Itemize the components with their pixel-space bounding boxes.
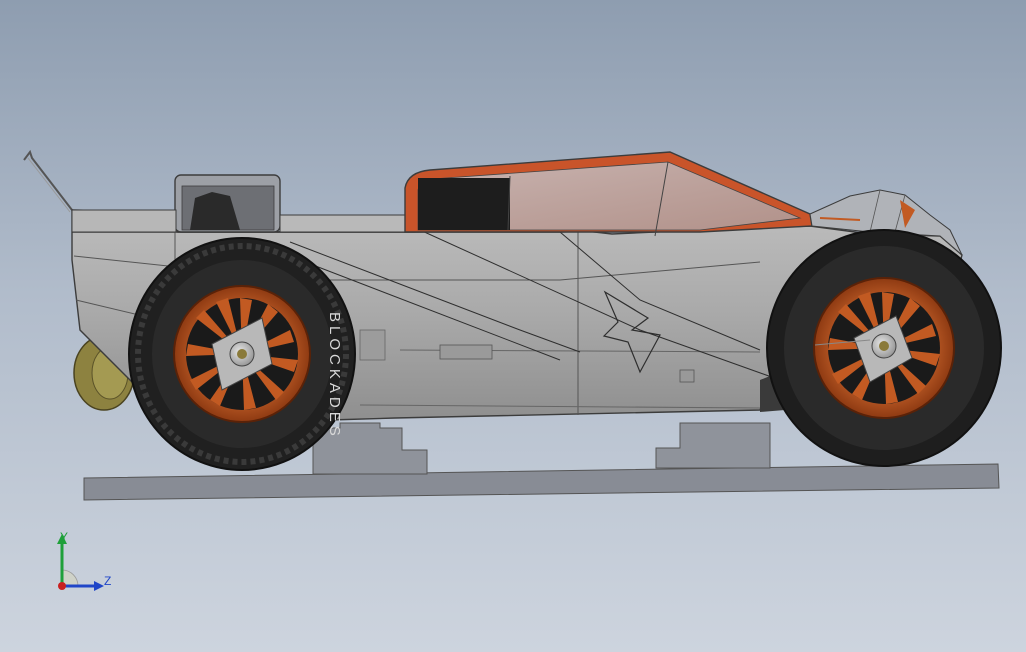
model-scene[interactable]: BLOCKADES [0, 0, 1026, 652]
x-axis-dot [58, 582, 66, 590]
front-stand [655, 422, 771, 469]
graphics-viewport[interactable]: BLOCKADES Y Z [0, 0, 1026, 652]
front-wheel [766, 229, 1002, 467]
triad-axes [57, 534, 104, 591]
tire-lettering: BLOCKADES [326, 312, 343, 440]
rear-wheel: BLOCKADES [128, 237, 356, 471]
coordinate-triad: Y Z [40, 528, 130, 608]
y-axis-label: Y [60, 530, 69, 544]
antenna [23, 149, 73, 213]
rear-deck-box [71, 174, 411, 233]
canopy [404, 151, 813, 237]
base-plate [83, 463, 1000, 501]
z-axis-label: Z [104, 574, 112, 588]
